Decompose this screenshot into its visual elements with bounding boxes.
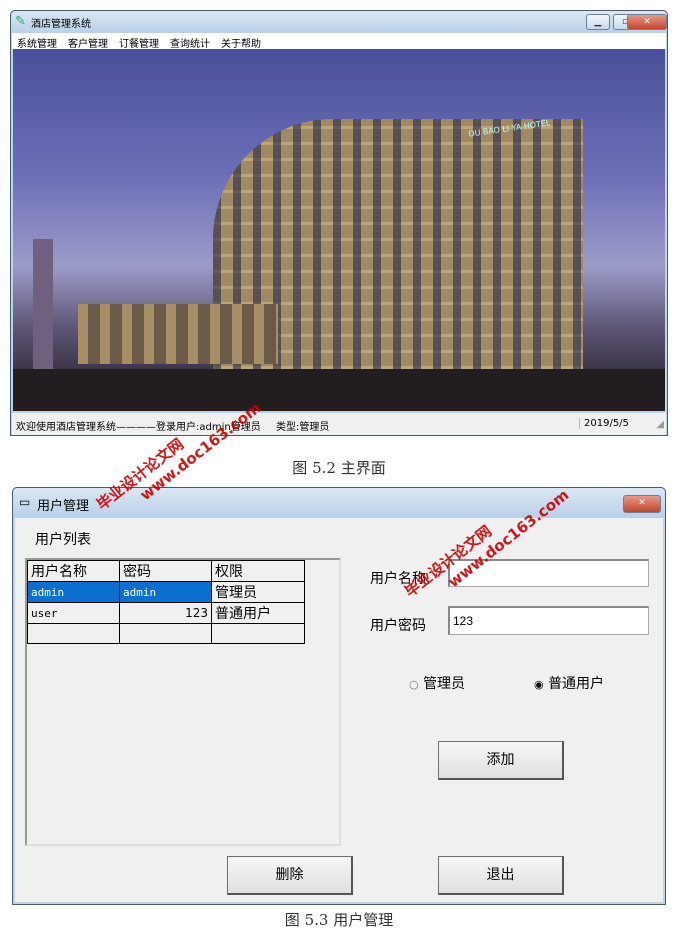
main-window: ✎ 酒店管理系统 ▁ ▫ ✕ 系统管理 客户管理 订餐管理 查询统计 关于帮助 OU B… [10,10,668,436]
status-welcome: 欢迎使用酒店管理系统————登录用户:admin管理员 [16,422,261,433]
window-icon: ▭ [19,495,31,509]
status-date: 2019/5/5 [579,418,639,429]
cell[interactable] [27,623,120,644]
col-password[interactable]: 密码 [119,560,212,582]
table-row[interactable] [27,623,305,644]
resize-grip-icon[interactable]: ◢ [656,419,664,430]
password-label: 用户密码 [370,618,426,634]
password-input[interactable] [448,606,649,635]
delete-button[interactable]: 删除 [227,856,353,895]
cell[interactable] [119,623,212,644]
user-table: 用户名称 密码 权限 admin admin 管理员 user 123 普通用户 [27,560,305,644]
radio-normal-user[interactable]: ◉ 普通用户 [534,673,604,693]
close-button[interactable]: ✕ [623,495,661,513]
add-button[interactable]: 添加 [438,741,564,780]
status-bar: 欢迎使用酒店管理系统————登录用户:admin管理员 类型:管理员 2019/… [12,413,666,435]
radio-admin[interactable]: ○ 管理员 [409,673,465,693]
title-bar[interactable]: ▭ 用户管理 ✕ [13,488,665,518]
window-title: 用户管理 [37,499,90,514]
cell[interactable]: admin [119,581,212,603]
status-type: 类型:管理员 [276,422,330,433]
radio-admin-label: 管理员 [423,676,466,692]
user-grid[interactable]: 用户名称 密码 权限 admin admin 管理员 user 123 普通用户 [25,558,341,846]
cell[interactable]: admin [27,581,120,603]
cell[interactable]: 管理员 [211,581,305,603]
title-bar[interactable]: ✎ 酒店管理系统 ▁ ▫ ✕ [11,11,667,33]
radio-normal-user-label: 普通用户 [548,676,605,692]
radio-selected-icon[interactable]: ◉ [534,678,544,691]
user-window: ▭ 用户管理 ✕ 用户列表 用户名称 密码 权限 admin admin 管理员 use… [12,487,666,905]
window-title: 酒店管理系统 [31,19,91,30]
caption-user: 图 5.3 用户管理 [284,911,394,929]
minimize-button[interactable]: ▁ [586,14,610,30]
cell[interactable]: 普通用户 [211,602,305,624]
menu-bar: 系统管理 客户管理 订餐管理 查询统计 关于帮助 [12,33,666,50]
cell[interactable]: 123 [119,602,212,624]
table-row[interactable]: user 123 普通用户 [27,602,305,624]
table-header: 用户名称 密码 权限 [27,560,305,582]
username-input[interactable] [448,559,649,587]
caption-main: 图 5.2 主界面 [292,459,386,477]
col-role[interactable]: 权限 [211,560,305,582]
cell[interactable]: user [27,602,120,624]
radio-icon[interactable]: ○ [409,678,419,691]
col-username[interactable]: 用户名称 [27,560,120,582]
user-list-label: 用户列表 [35,532,91,548]
table-row[interactable]: admin admin 管理员 [27,581,305,603]
exit-button[interactable]: 退出 [438,856,564,895]
form-body: 用户列表 用户名称 密码 权限 admin admin 管理员 user 123 普通用户 … [15,518,663,902]
close-button[interactable]: ✕ [627,14,667,30]
app-icon: ✎ [15,14,26,29]
cell[interactable] [211,623,305,644]
hotel-image: OU BAO LI YA HOTEL [13,49,665,411]
username-label: 用户名称 [370,571,426,587]
